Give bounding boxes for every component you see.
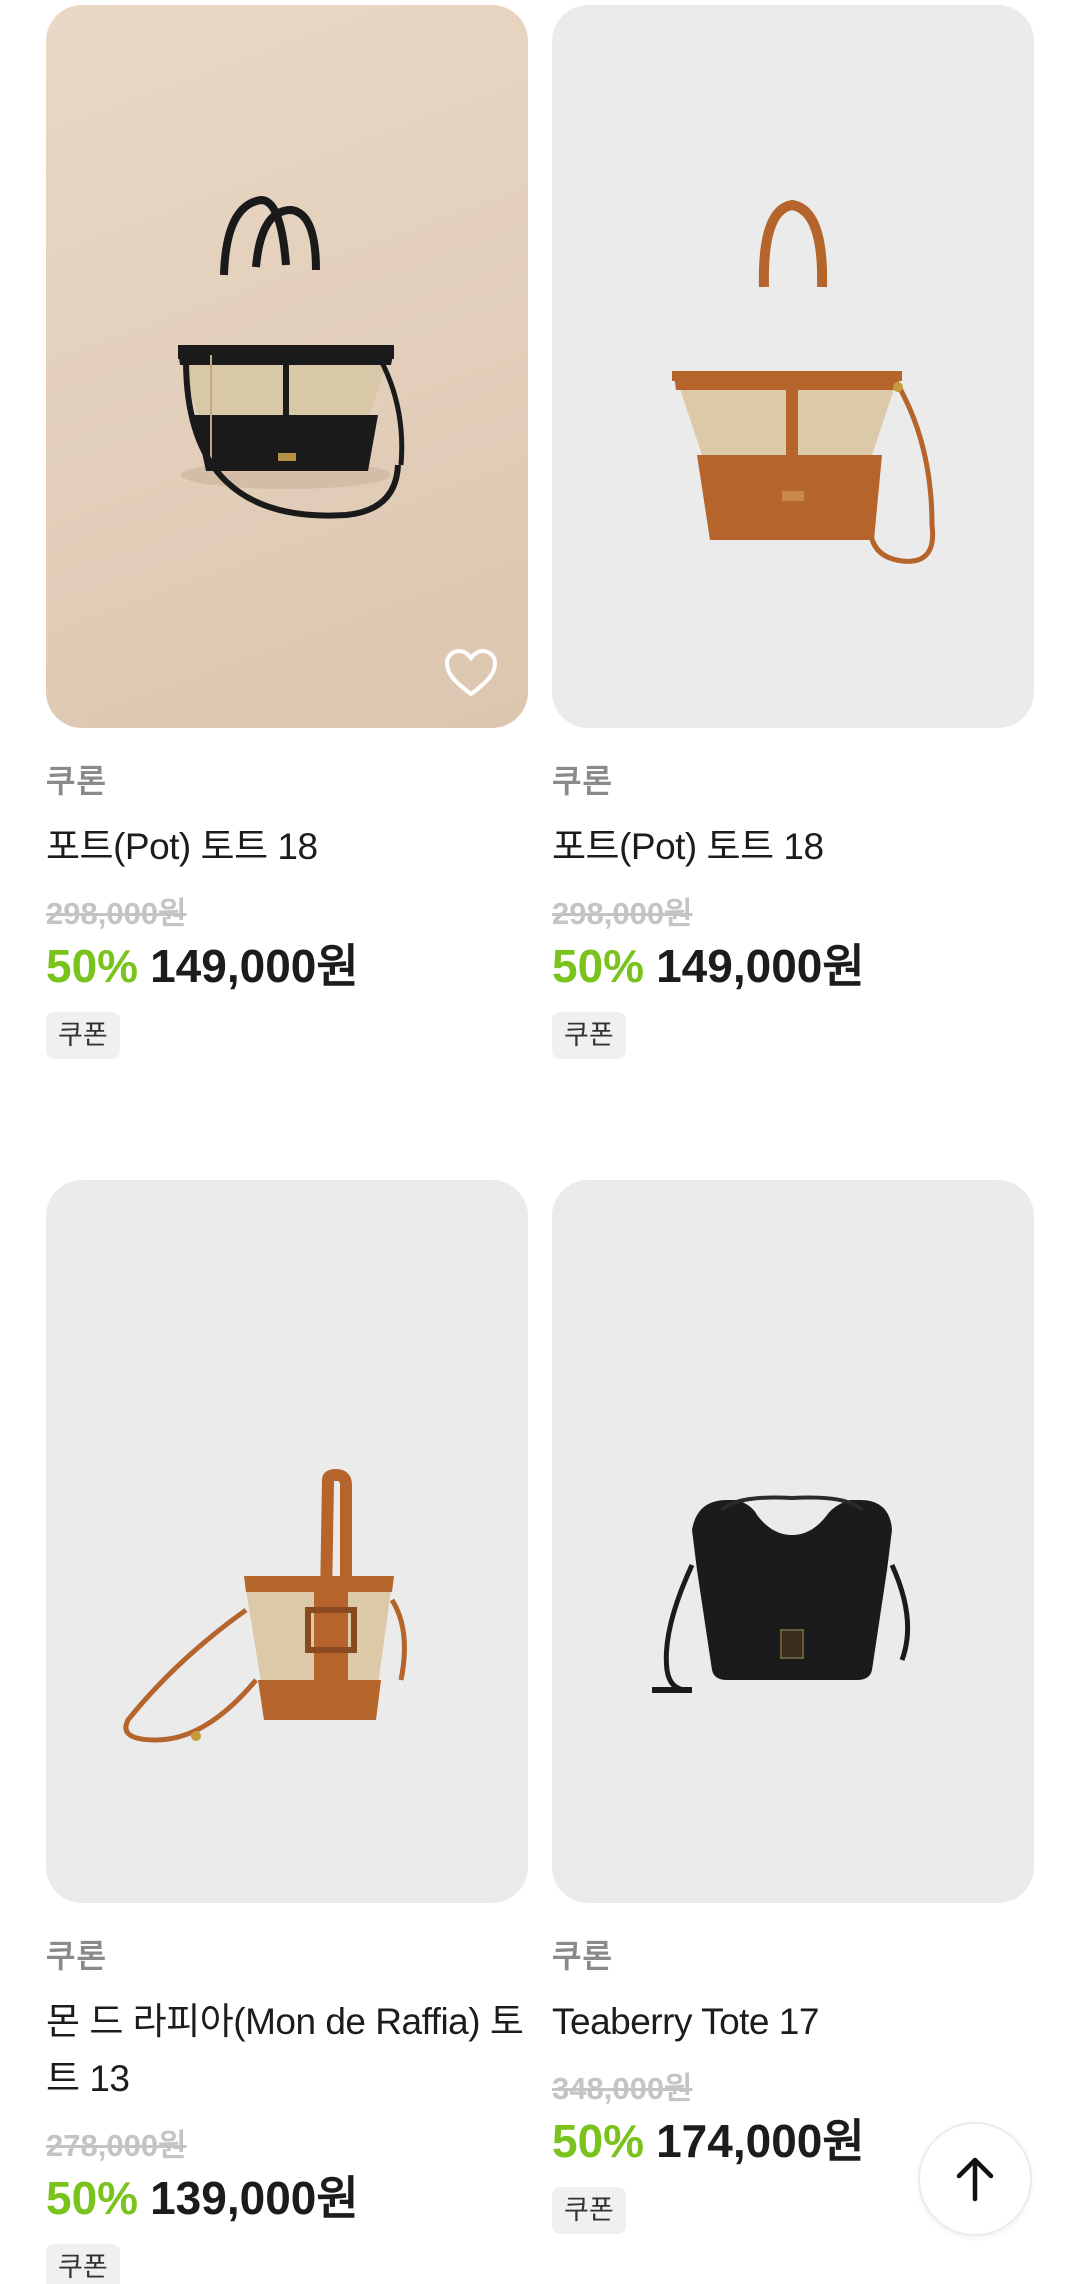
product-grid: 쿠론 포트(Pot) 토트 18 298,000원 50% 149,000원 쿠폰… bbox=[0, 0, 1080, 2284]
bag-image bbox=[652, 1495, 911, 1693]
scroll-top-button[interactable] bbox=[918, 2122, 1032, 2236]
product-brand: 쿠론 bbox=[46, 1938, 107, 1974]
product-card[interactable]: 쿠론 포트(Pot) 토트 18 298,000원 50% 149,000원 쿠폰 bbox=[552, 5, 1034, 1059]
bag-image bbox=[178, 195, 405, 519]
heart-outline-icon[interactable] bbox=[444, 648, 498, 698]
coupon-badge: 쿠폰 bbox=[46, 1011, 120, 1059]
coupon-badge: 쿠폰 bbox=[552, 1011, 626, 1059]
product-card[interactable]: 쿠론 포트(Pot) 토트 18 298,000원 50% 149,000원 쿠폰 bbox=[46, 5, 528, 1059]
original-price: 278,000원 bbox=[46, 2128, 187, 2164]
coupon-badge: 쿠폰 bbox=[46, 2243, 120, 2284]
discount-rate: 50% bbox=[46, 939, 139, 992]
bag-image bbox=[672, 199, 936, 564]
sale-price-row: 50% 139,000원 bbox=[46, 2171, 528, 2226]
product-title[interactable]: 포트(Pot) 토트 18 bbox=[552, 818, 1034, 875]
product-title[interactable]: 몬 드 라피아(Mon de Raffia) 토트 13 bbox=[46, 1993, 528, 2107]
discount-rate: 50% bbox=[552, 939, 645, 992]
product-image[interactable] bbox=[552, 5, 1034, 728]
product-image[interactable] bbox=[46, 5, 528, 728]
product-title[interactable]: Teaberry Tote 17 bbox=[552, 1993, 1034, 2050]
sale-price: 149,000원 bbox=[656, 939, 865, 992]
sale-price: 174,000원 bbox=[656, 2114, 865, 2167]
product-image[interactable] bbox=[552, 1180, 1034, 1903]
product-card[interactable]: 쿠론 몬 드 라피아(Mon de Raffia) 토트 13 278,000원… bbox=[46, 1180, 528, 2284]
product-brand: 쿠론 bbox=[552, 763, 613, 799]
sale-price-row: 50% 149,000원 bbox=[552, 939, 1034, 994]
coupon-badge: 쿠폰 bbox=[552, 2186, 626, 2234]
product-title[interactable]: 포트(Pot) 토트 18 bbox=[46, 818, 528, 875]
product-image[interactable] bbox=[46, 1180, 528, 1903]
bag-image bbox=[123, 1468, 407, 1743]
sale-price-row: 50% 149,000원 bbox=[46, 939, 528, 994]
arrow-up-icon bbox=[956, 2157, 994, 2202]
product-card[interactable]: 쿠론 Teaberry Tote 17 348,000원 50% 174,000원… bbox=[552, 1180, 1034, 2234]
product-brand: 쿠론 bbox=[46, 763, 107, 799]
original-price: 348,000원 bbox=[552, 2071, 693, 2107]
original-price: 298,000원 bbox=[46, 896, 187, 932]
original-price: 298,000원 bbox=[552, 896, 693, 932]
product-brand: 쿠론 bbox=[552, 1938, 613, 1974]
discount-rate: 50% bbox=[552, 2114, 645, 2167]
sale-price: 149,000원 bbox=[150, 939, 359, 992]
discount-rate: 50% bbox=[46, 2171, 139, 2224]
sale-price: 139,000원 bbox=[150, 2171, 359, 2224]
